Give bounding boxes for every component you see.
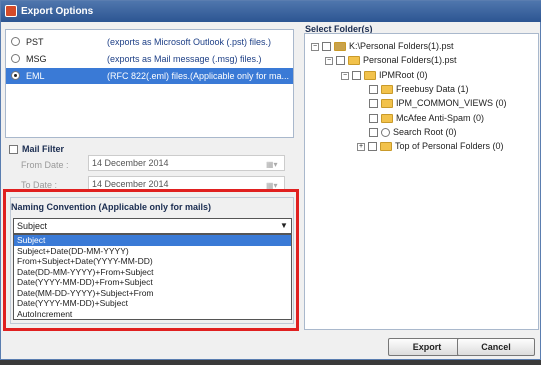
window-title: Export Options <box>21 6 94 17</box>
collapse-icon[interactable]: − <box>311 42 319 51</box>
radio-msg[interactable] <box>11 54 20 63</box>
collapse-icon[interactable]: − <box>325 56 333 65</box>
naming-option[interactable]: Date(YYYY-MM-DD)+From+Subject <box>14 277 291 288</box>
calendar-icon[interactable]: ▦▾ <box>266 179 280 190</box>
tree-node[interactable]: − IPMRoot (0) <box>341 68 428 82</box>
naming-dropdown-list: Subject Subject+Date(DD-MM-YYYY) From+Su… <box>13 234 292 320</box>
radio-eml[interactable] <box>11 71 20 80</box>
naming-option[interactable]: Date(DD-MM-YYYY)+From+Subject <box>14 267 291 278</box>
title-bar: Export Options <box>1 1 541 22</box>
pst-file-icon <box>334 42 346 52</box>
app-icon <box>5 5 17 17</box>
tree-checkbox[interactable] <box>352 71 361 81</box>
format-option-eml[interactable]: EML (RFC 822(.eml) files.(Applicable onl… <box>6 68 293 84</box>
chevron-down-icon[interactable]: ▼ <box>277 219 291 233</box>
folder-icon <box>381 114 393 124</box>
folder-icon <box>380 142 392 152</box>
folder-icon <box>381 85 393 95</box>
calendar-icon[interactable]: ▦▾ <box>266 158 280 169</box>
format-option-msg[interactable]: MSG (exports as Mail message (.msg) file… <box>6 51 293 67</box>
tree-node[interactable]: − K:\Personal Folders(1).pst <box>311 39 454 53</box>
naming-highlight: Naming Convention (Applicable only for m… <box>3 189 299 331</box>
taskbar-strip <box>0 360 541 365</box>
format-option-pst[interactable]: PST (exports as Microsoft Outlook (.pst)… <box>6 34 293 50</box>
mail-filter-checkbox[interactable] <box>9 145 18 154</box>
naming-option[interactable]: Date(MM-DD-YYYY)+Subject+From <box>14 288 291 299</box>
folder-icon <box>348 56 360 66</box>
naming-option[interactable]: From+Subject+Date(YYYY-MM-DD) <box>14 256 291 267</box>
tree-checkbox[interactable] <box>369 128 378 138</box>
expand-icon[interactable]: + <box>357 142 365 151</box>
folder-tree: − K:\Personal Folders(1).pst − Personal Fo… <box>304 33 539 330</box>
radio-pst[interactable] <box>11 37 20 46</box>
naming-option[interactable]: Subject <box>14 235 291 246</box>
tree-node[interactable]: − Personal Folders(1).pst <box>325 53 457 67</box>
tree-node[interactable]: IPM_COMMON_VIEWS (0) <box>369 96 507 110</box>
tree-checkbox[interactable] <box>369 85 378 95</box>
from-date-field[interactable]: 14 December 2014 ▦▾ <box>88 155 285 171</box>
tree-node[interactable]: McAfee Anti-Spam (0) <box>369 111 484 125</box>
format-list: PST (exports as Microsoft Outlook (.pst)… <box>5 29 294 138</box>
naming-title: Naming Convention (Applicable only for m… <box>11 202 212 212</box>
naming-option[interactable]: Subject+Date(DD-MM-YYYY) <box>14 246 291 257</box>
export-button[interactable]: Export <box>388 338 466 356</box>
cancel-button[interactable]: Cancel <box>457 338 535 356</box>
folder-icon <box>381 99 393 109</box>
collapse-icon[interactable]: − <box>341 71 349 80</box>
tree-checkbox[interactable] <box>369 114 378 124</box>
tree-node[interactable]: + Top of Personal Folders (0) <box>357 139 504 153</box>
export-options-window: Export Options PST (exports as Microsoft… <box>0 0 541 360</box>
tree-node[interactable]: Search Root (0) <box>369 125 457 139</box>
naming-option[interactable]: AutoIncrement <box>14 309 291 320</box>
tree-checkbox[interactable] <box>322 42 331 52</box>
tree-checkbox[interactable] <box>336 56 345 66</box>
naming-combo[interactable]: Subject ▼ <box>13 218 292 234</box>
naming-option[interactable]: Date(YYYY-MM-DD)+Subject <box>14 298 291 309</box>
tree-checkbox[interactable] <box>369 99 378 109</box>
tree-node[interactable]: Freebusy Data (1) <box>369 82 469 96</box>
from-date-label: From Date : <box>21 160 69 170</box>
folder-icon <box>364 71 376 81</box>
tree-checkbox[interactable] <box>368 142 377 152</box>
search-folder-icon <box>381 128 390 138</box>
